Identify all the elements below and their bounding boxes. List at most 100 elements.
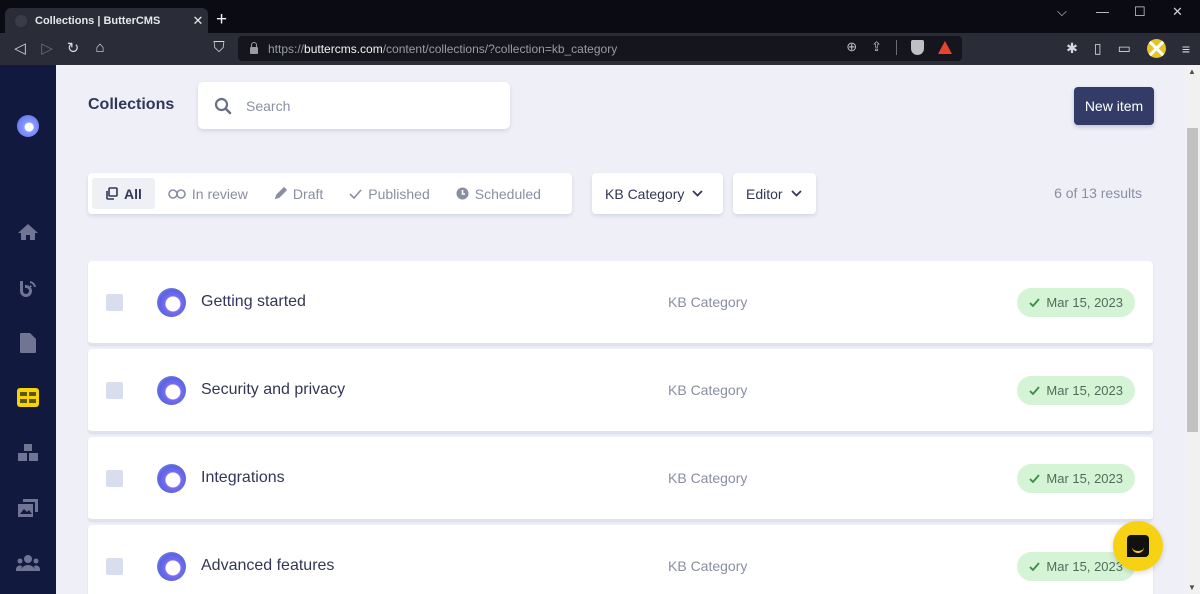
url-text: https://buttercms.com/content/collection…: [268, 41, 618, 56]
page-icon: [20, 333, 36, 353]
tab-label: Published: [368, 185, 430, 202]
sidebar-item-blog[interactable]: [16, 277, 40, 299]
browser-titlebar: Collections | ButterCMS ✕ + ⌵ — ☐ ✕: [0, 0, 1200, 33]
item-date: Mar 15, 2023: [1046, 559, 1123, 574]
sidebar-item-pages[interactable]: [16, 332, 40, 354]
favicon-icon: [15, 14, 27, 27]
share-icon[interactable]: ⇪: [871, 39, 882, 55]
tab-all[interactable]: All: [92, 178, 155, 209]
status-badge: Mar 15, 2023: [1017, 288, 1135, 317]
editor-dropdown-label: Editor: [746, 185, 783, 202]
bookmark-icon[interactable]: ⛉: [209, 39, 229, 56]
item-checkbox[interactable]: [106, 558, 123, 575]
sidebar-item-users[interactable]: [16, 552, 40, 574]
address-bar[interactable]: https://buttercms.com/content/collection…: [238, 36, 962, 61]
profile-avatar[interactable]: [1146, 39, 1166, 58]
home-icon: [18, 224, 38, 240]
wallet-icon[interactable]: ▭: [1118, 40, 1131, 57]
tab-scheduled[interactable]: Scheduled: [443, 178, 554, 209]
item-title[interactable]: Getting started: [201, 293, 306, 311]
search-box[interactable]: [198, 82, 510, 129]
item-date: Mar 15, 2023: [1046, 471, 1123, 486]
item-title[interactable]: Integrations: [201, 469, 285, 487]
collection-item-icon: [157, 552, 186, 581]
sidebar-item-media[interactable]: [16, 497, 40, 519]
extensions-icon[interactable]: ✱: [1066, 40, 1078, 57]
zoom-icon[interactable]: ⊕: [846, 39, 857, 55]
collection-dropdown[interactable]: KB Category: [592, 173, 723, 214]
scroll-down-arrow[interactable]: ▼: [1188, 583, 1196, 592]
media-icon: [18, 499, 38, 517]
tab-in-review[interactable]: In review: [155, 178, 261, 209]
tab-draft[interactable]: Draft: [261, 178, 336, 209]
editor-dropdown[interactable]: Editor: [733, 173, 816, 214]
item-title[interactable]: Advanced features: [201, 557, 334, 575]
item-collection: KB Category: [668, 558, 748, 574]
tab-label: Scheduled: [474, 185, 541, 202]
tab-search-icon[interactable]: ⌵: [1057, 4, 1067, 20]
results-count: 6 of 13 results: [1054, 185, 1142, 201]
item-date: Mar 15, 2023: [1046, 383, 1123, 398]
list-item[interactable]: Advanced features KB Category Mar 15, 20…: [88, 525, 1153, 594]
scroll-thumb[interactable]: [1187, 128, 1198, 432]
browser-tab[interactable]: Collections | ButterCMS ✕: [5, 8, 208, 33]
status-badge: Mar 15, 2023: [1017, 464, 1135, 493]
forward-button[interactable]: ▷: [37, 39, 57, 57]
tab-published[interactable]: Published: [336, 178, 443, 209]
blog-icon: [20, 281, 36, 297]
new-tab-button[interactable]: +: [216, 9, 227, 31]
app-content: Collections New item All In review Draft…: [0, 65, 1200, 594]
components-icon: [18, 444, 38, 461]
sidebar-toggle-icon[interactable]: ▯: [1094, 40, 1102, 57]
scroll-up-arrow[interactable]: ▲: [1188, 67, 1196, 76]
check-icon: [1029, 562, 1041, 571]
search-icon: [214, 97, 232, 114]
item-checkbox[interactable]: [106, 294, 123, 311]
brave-shield-icon[interactable]: [911, 39, 924, 55]
item-checkbox[interactable]: [106, 382, 123, 399]
divider: [896, 39, 897, 55]
tab-label: Draft: [292, 185, 324, 202]
sidebar-item-home[interactable]: [16, 221, 40, 243]
close-window-button[interactable]: ✕: [1172, 4, 1183, 20]
collection-items-list: Getting started KB Category Mar 15, 2023…: [88, 261, 1153, 594]
item-collection: KB Category: [668, 294, 748, 310]
check-icon: [1029, 386, 1041, 395]
list-item[interactable]: Security and privacy KB Category Mar 15,…: [88, 349, 1153, 433]
maximize-button[interactable]: ☐: [1134, 4, 1146, 20]
tab-title: Collections | ButterCMS: [35, 14, 161, 27]
chevron-down-icon: [692, 190, 704, 197]
check-icon: [1029, 298, 1041, 307]
menu-icon[interactable]: ≡: [1182, 41, 1190, 57]
tab-label: In review: [191, 185, 248, 202]
item-title[interactable]: Security and privacy: [201, 381, 345, 399]
collection-item-icon: [157, 376, 186, 405]
item-collection: KB Category: [668, 470, 748, 486]
minimize-button[interactable]: —: [1096, 4, 1109, 19]
glasses-icon: [168, 188, 186, 199]
new-item-button[interactable]: New item: [1074, 87, 1154, 125]
chat-widget-button[interactable]: [1113, 521, 1163, 571]
sidebar-item-collections[interactable]: [17, 388, 39, 407]
status-badge: Mar 15, 2023: [1017, 376, 1135, 405]
reload-button[interactable]: ↻: [63, 39, 83, 57]
back-button[interactable]: ◁: [10, 39, 30, 57]
home-button[interactable]: ⌂: [90, 39, 110, 56]
collection-item-icon: [157, 288, 186, 317]
page-title: Collections: [88, 96, 175, 113]
brave-rewards-icon[interactable]: [938, 40, 952, 54]
buttercms-logo[interactable]: [17, 115, 39, 137]
collection-dropdown-label: KB Category: [605, 185, 685, 202]
users-icon: [16, 555, 40, 571]
page-scrollbar[interactable]: ▲ ▼: [1185, 65, 1200, 594]
pencil-icon: [274, 187, 287, 200]
sidebar-item-components[interactable]: [16, 442, 40, 464]
item-checkbox[interactable]: [106, 470, 123, 487]
list-item[interactable]: Getting started KB Category Mar 15, 2023: [88, 261, 1153, 345]
status-filter-tabs: All In review Draft Published Scheduled: [88, 173, 572, 214]
lock-icon: [250, 41, 258, 54]
check-icon: [1029, 474, 1041, 483]
list-item[interactable]: Integrations KB Category Mar 15, 2023: [88, 437, 1153, 521]
close-tab-icon[interactable]: ✕: [188, 13, 208, 29]
search-input[interactable]: [246, 97, 486, 114]
